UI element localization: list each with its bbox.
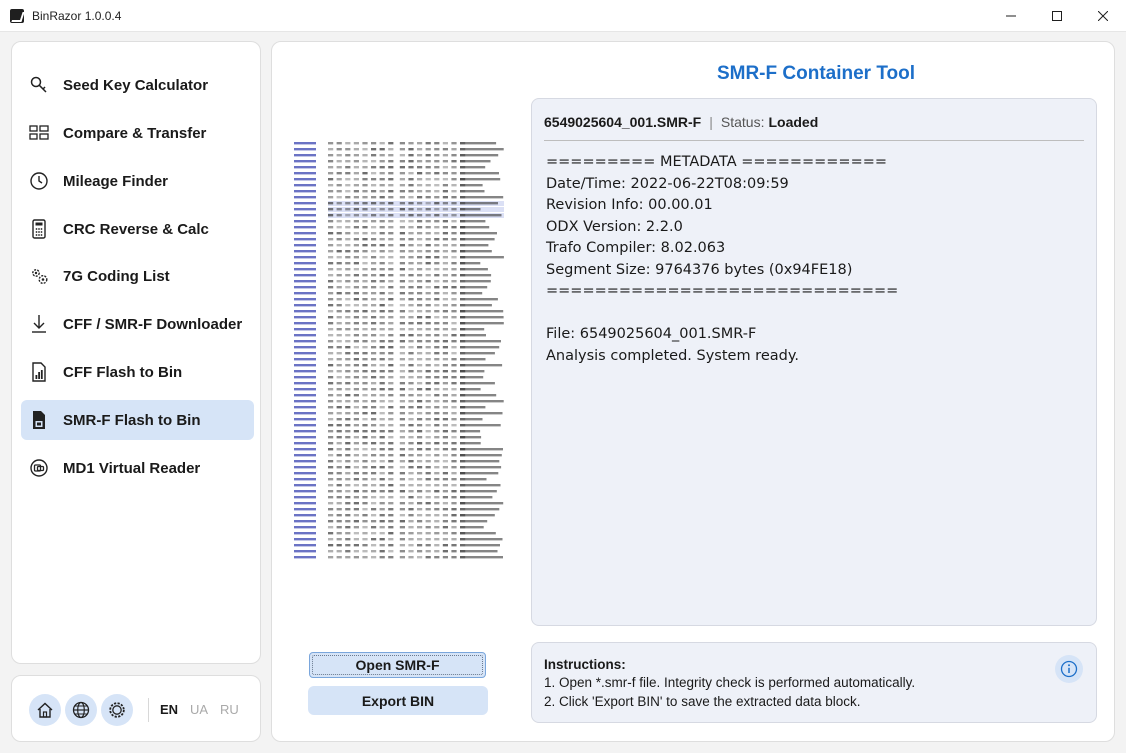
- sidebar-item-crc-reverse-calc[interactable]: CRC Reverse & Calc: [21, 209, 254, 249]
- sidebar-item-label: SMR-F Flash to Bin: [63, 411, 201, 429]
- download-icon: [29, 314, 49, 334]
- main-panel: SMR-F Container Tool Open SMR-F Export B…: [271, 41, 1115, 742]
- log-line: ========= METADATA ============: [546, 154, 888, 170]
- close-icon: [1098, 11, 1108, 21]
- sidebar-item-label: CRC Reverse & Calc: [63, 220, 209, 238]
- maximize-icon: [1052, 11, 1062, 21]
- sidebar-item-label: MD1 Virtual Reader: [63, 459, 201, 477]
- log-line: Trafo Compiler: 8.02.063: [546, 240, 726, 256]
- minimize-button[interactable]: [988, 0, 1034, 32]
- sidebar-item-label: Seed Key Calculator: [63, 76, 209, 94]
- separator: |: [709, 114, 713, 130]
- divider: [148, 698, 149, 722]
- close-button[interactable]: [1080, 0, 1126, 32]
- settings-button[interactable]: [101, 694, 133, 726]
- chip-icon: [29, 458, 49, 478]
- language-ua[interactable]: UA: [190, 702, 208, 717]
- log-line: Segment Size: 9764376 bytes (0x94FE18): [546, 261, 853, 278]
- status-value: Loaded: [768, 114, 819, 130]
- file-header: 6549025604_001.SMR-F | Status: Loaded: [544, 114, 818, 130]
- info-button[interactable]: [1055, 655, 1083, 683]
- sidebar-item-label: Compare & Transfer: [63, 124, 207, 142]
- settings-bar: EN UA RU: [11, 675, 261, 742]
- hex-dump-preview: [294, 140, 504, 560]
- sidebar-item-label: 7G Coding List: [63, 267, 170, 285]
- log-line: Analysis completed. System ready.: [546, 347, 799, 364]
- language-en[interactable]: EN: [160, 702, 178, 717]
- window-title: BinRazor 1.0.0.4: [32, 8, 122, 23]
- divider: [544, 140, 1084, 141]
- sidebar-item-compare-transfer[interactable]: Compare & Transfer: [21, 113, 254, 153]
- instruction-step: 1. Open *.smr-f file. Integrity check is…: [544, 675, 916, 690]
- file-name: 6549025604_001.SMR-F: [544, 114, 702, 130]
- log-line: =============================: [546, 283, 899, 299]
- compare-icon: [29, 123, 49, 143]
- calculator-icon: [29, 219, 49, 239]
- log-output: ========= METADATA ============ Date/Tim…: [546, 152, 898, 367]
- sidebar-item-cff-flash-to-bin[interactable]: CFF Flash to Bin: [21, 352, 254, 392]
- sidebar-item-mileage-finder[interactable]: Mileage Finder: [21, 161, 254, 201]
- status-label: Status:: [720, 114, 765, 130]
- gear-icon: [109, 702, 125, 718]
- log-line: Revision Info: 00.00.01: [546, 197, 713, 213]
- home-icon: [37, 702, 53, 718]
- window-controls: [988, 0, 1126, 32]
- sidebar-item-smrf-flash-to-bin[interactable]: SMR-F Flash to Bin: [21, 400, 254, 440]
- sidebar-item-label: CFF Flash to Bin: [63, 363, 183, 381]
- open-smrf-button[interactable]: Open SMR-F: [309, 652, 486, 678]
- globe-icon: [72, 701, 90, 719]
- key-icon: [29, 75, 49, 95]
- info-icon: [1060, 660, 1078, 678]
- sidebar-item-md1-virtual-reader[interactable]: MD1 Virtual Reader: [21, 448, 254, 488]
- sidebar-item-cff-smrf-downloader[interactable]: CFF / SMR-F Downloader: [21, 304, 254, 344]
- home-button[interactable]: [29, 694, 61, 726]
- web-button[interactable]: [65, 694, 97, 726]
- file-save-icon: [29, 410, 49, 430]
- title-bar: BinRazor 1.0.0.4: [0, 0, 1126, 32]
- sidebar-item-label: CFF / SMR-F Downloader: [63, 315, 243, 333]
- language-ru[interactable]: RU: [220, 702, 239, 717]
- log-line: File: 6549025604_001.SMR-F: [546, 326, 757, 342]
- file-info-panel: 6549025604_001.SMR-F | Status: Loaded ==…: [531, 98, 1097, 626]
- sidebar-item-7g-coding-list[interactable]: 7G Coding List: [21, 256, 254, 296]
- instructions-title: Instructions:: [544, 657, 626, 672]
- instructions-panel: Instructions: 1. Open *.smr-f file. Inte…: [531, 642, 1097, 723]
- export-bin-button[interactable]: Export BIN: [308, 686, 488, 715]
- log-line: Date/Time: 2022-06-22T08:09:59: [546, 175, 789, 192]
- app-logo-icon: [10, 8, 24, 23]
- log-line: ODX Version: 2.2.0: [546, 218, 683, 235]
- clock-icon: [29, 171, 49, 191]
- sidebar-item-label: Mileage Finder: [63, 172, 169, 190]
- instruction-step: 2. Click 'Export BIN' to save the extrac…: [544, 694, 861, 709]
- sidebar: Seed Key Calculator Compare & Transfer M…: [11, 41, 261, 664]
- gears-icon: [29, 266, 49, 286]
- sidebar-item-seed-key-calculator[interactable]: Seed Key Calculator: [21, 65, 254, 105]
- maximize-button[interactable]: [1034, 0, 1080, 32]
- chart-file-icon: [29, 362, 49, 382]
- minimize-icon: [1006, 15, 1016, 17]
- page-title: SMR-F Container Tool: [716, 63, 916, 84]
